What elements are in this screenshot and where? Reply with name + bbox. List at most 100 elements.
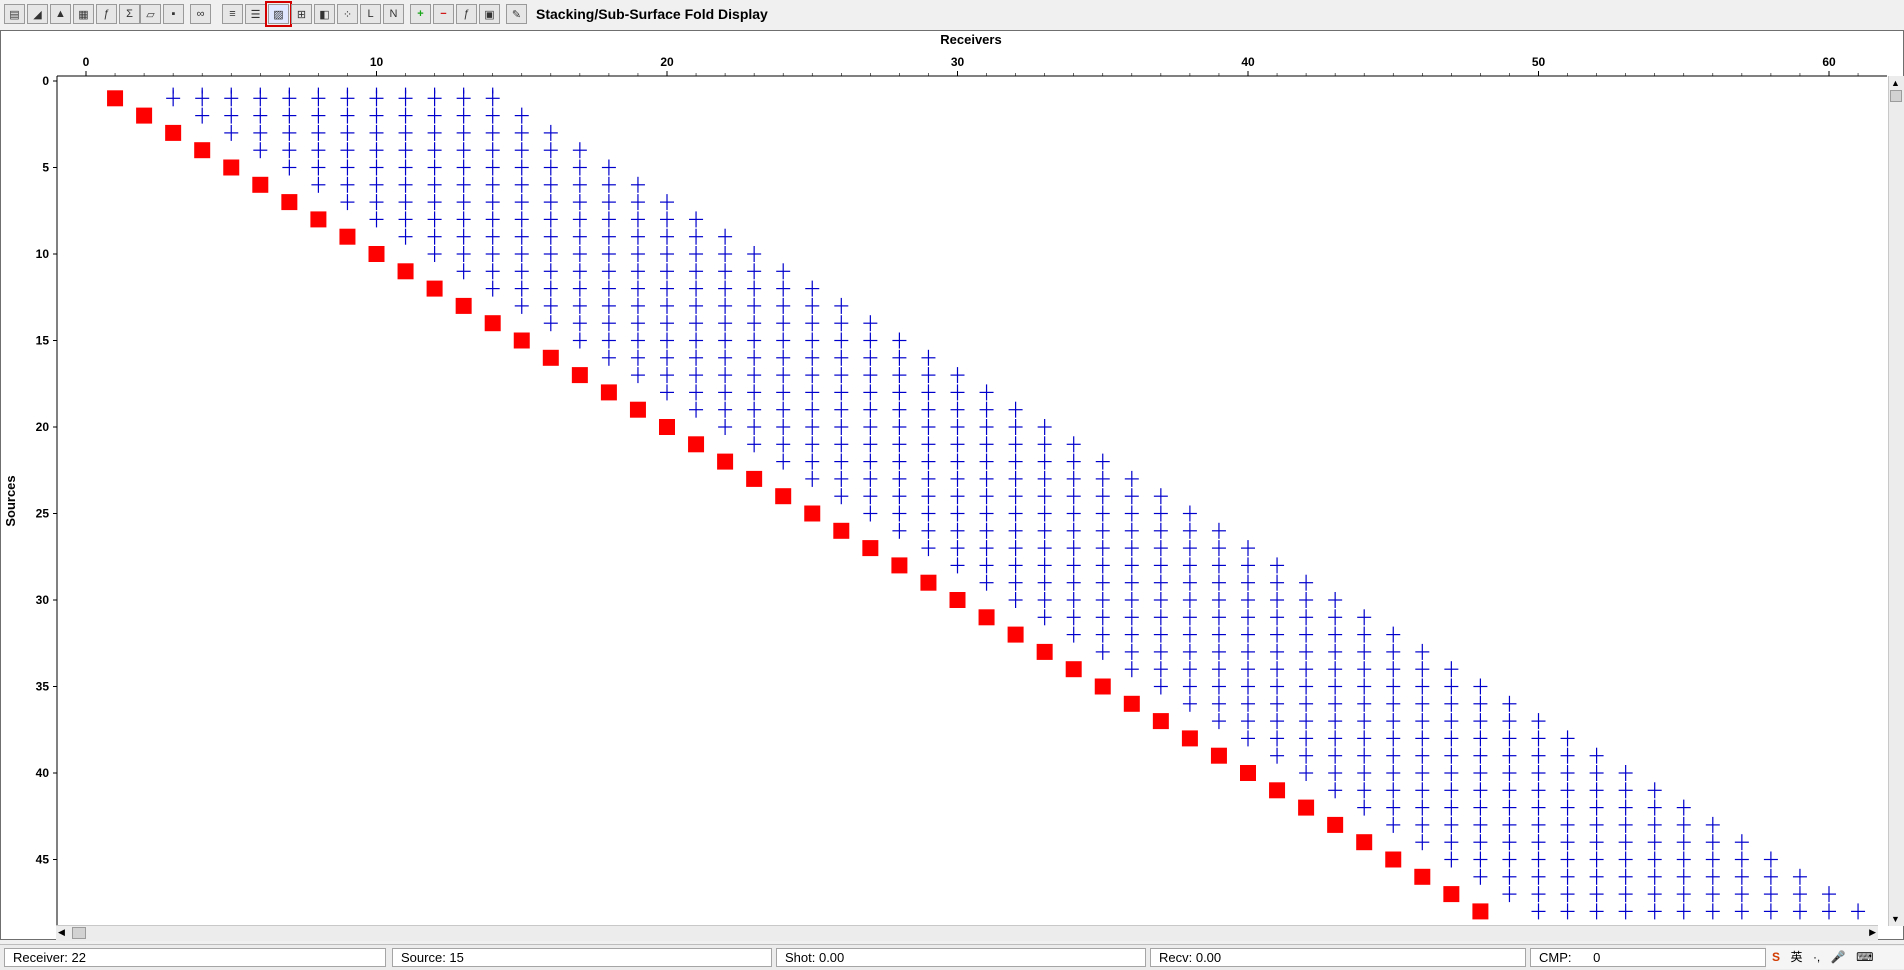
status-recv: Recv: 0.00 <box>1150 948 1526 967</box>
source-marker <box>1181 730 1198 747</box>
y-tick-label: 25 <box>36 507 50 521</box>
fold-chart-svg: Receivers Sources 0 10 20 30 40 50 60 0 5 10 15 20 25 3… <box>3 32 1887 933</box>
source-marker <box>281 194 298 211</box>
h-scroll-thumb[interactable] <box>72 927 86 939</box>
source-marker <box>978 609 995 626</box>
status-source: Source: 15 <box>392 948 772 967</box>
source-marker <box>659 419 675 435</box>
bars-icon[interactable]: ≡ <box>222 4 243 24</box>
vertical-scrollbar[interactable]: ▲ ▼ <box>1888 76 1904 926</box>
source-marker <box>1007 626 1024 643</box>
scroll-up-arrow-icon[interactable]: ▲ <box>1891 78 1901 88</box>
toolbar-group-view: ∞ <box>190 4 211 26</box>
y-tick-label: 35 <box>36 680 50 694</box>
source-marker <box>194 142 211 159</box>
tools-icon[interactable]: ✎ <box>506 4 527 24</box>
source-marker <box>1298 799 1315 816</box>
mic-icon[interactable]: 🎤 <box>1831 950 1846 964</box>
toolbar-group-tools: ✎ <box>506 4 527 26</box>
scroll-left-arrow-icon[interactable]: ◀ <box>58 927 65 938</box>
save-icon[interactable]: ▪ <box>163 4 184 24</box>
source-marker <box>949 592 966 608</box>
y-tick-label: 5 <box>42 161 49 175</box>
source-marker <box>920 574 937 591</box>
fold-icon[interactable]: ▨ <box>265 1 292 27</box>
scroll-down-arrow-icon[interactable]: ▼ <box>1891 914 1901 924</box>
keyboard-icon[interactable]: ⌨ <box>1856 950 1873 964</box>
marks-layer <box>107 87 1866 920</box>
source-marker <box>136 107 153 124</box>
y-tick-label: 10 <box>36 247 50 261</box>
source-marker <box>310 211 327 228</box>
source-marker <box>571 367 588 384</box>
y-axis-label: Sources <box>3 475 18 526</box>
scroll-right-arrow-icon[interactable]: ▶ <box>1869 927 1876 938</box>
grid-icon[interactable]: ▦ <box>73 4 94 24</box>
source-marker <box>165 124 182 141</box>
source-marker <box>629 401 646 418</box>
language-icon[interactable]: 英 <box>1790 948 1802 965</box>
scroll-thumb[interactable] <box>1890 90 1902 102</box>
source-marker <box>746 470 763 487</box>
punctuation-icon[interactable]: ·, <box>1813 950 1820 964</box>
source-marker <box>426 280 443 297</box>
source-marker <box>1036 643 1053 660</box>
source-marker <box>891 557 908 574</box>
scatter-icon[interactable]: ⁘ <box>337 4 358 24</box>
status-shot: Shot: 0.00 <box>776 948 1146 967</box>
horizontal-scrollbar[interactable]: ◀ ▶ <box>56 925 1878 941</box>
source-marker <box>513 332 530 349</box>
source-marker <box>600 384 617 401</box>
ime-icon[interactable]: S <box>1772 950 1780 964</box>
plot-area: Receivers Sources 0 10 20 30 40 50 60 0 5 10 15 20 25 3… <box>0 30 1904 940</box>
log-icon[interactable]: L <box>360 4 381 24</box>
plus-icon[interactable]: + <box>410 4 431 24</box>
source-marker <box>1123 695 1140 712</box>
source-marker <box>1210 747 1227 764</box>
fx-icon[interactable]: ƒ <box>96 4 117 24</box>
x-tick-label: 20 <box>660 55 674 69</box>
source-marker <box>804 505 821 522</box>
minus-icon[interactable]: − <box>433 4 454 24</box>
source-marker <box>223 159 240 176</box>
status-bar: Receiver: 22 Source: 15 Shot: 0.00 Recv:… <box>0 944 1904 970</box>
nlog-icon[interactable]: N <box>383 4 404 24</box>
source-marker <box>688 436 705 453</box>
stack-icon[interactable]: ☰ <box>245 4 266 24</box>
source-marker <box>368 246 385 262</box>
source-marker <box>1065 661 1082 678</box>
toolbar-group-edit: + − ƒ ▣ <box>410 4 500 26</box>
toolbar-group-log: L N <box>360 4 404 26</box>
source-marker <box>1385 851 1402 868</box>
display-icon[interactable]: ▣ <box>479 4 500 24</box>
toolbar: ▤ ◢ ▲ ▦ ƒ Σ ▱ ▪ ∞ ≡ ☰ ▨ ⊞ ◧ ⁘ L N + − ƒ … <box>0 0 1904 31</box>
source-marker <box>1327 816 1344 833</box>
window-title: Stacking/Sub-Surface Fold Display <box>536 6 768 22</box>
system-tray: S 英 ·, 🎤 ⌨ <box>1766 946 1904 969</box>
new-icon[interactable]: ▤ <box>4 4 25 24</box>
color-ramp-icon[interactable]: ◢ <box>27 4 48 24</box>
sigma-icon[interactable]: Σ <box>119 4 140 24</box>
x-tick-label: 30 <box>951 55 965 69</box>
x-tick-label: 40 <box>1241 55 1255 69</box>
source-marker <box>717 453 734 470</box>
fx2-icon[interactable]: ƒ <box>456 4 477 24</box>
y-tick-label: 40 <box>36 766 50 780</box>
table-icon[interactable]: ⊞ <box>291 4 312 24</box>
x-tick-label: 10 <box>370 55 384 69</box>
source-marker <box>833 522 850 539</box>
toolbar-group-io: ▱ ▪ <box>140 4 184 26</box>
flag-icon[interactable]: ▲ <box>50 4 71 24</box>
y-tick-label: 30 <box>36 593 50 607</box>
y-tick-label: 45 <box>36 853 50 867</box>
source-marker <box>775 488 792 505</box>
x-axis-label: Receivers <box>940 32 1001 47</box>
source-marker <box>107 90 124 107</box>
folder-open-icon[interactable]: ▱ <box>140 4 161 24</box>
source-marker <box>1269 782 1286 799</box>
binoculars-icon[interactable]: ∞ <box>190 4 211 24</box>
color-palette-icon[interactable]: ◧ <box>314 4 335 24</box>
source-marker <box>1094 678 1111 695</box>
x-tick-label: 0 <box>83 55 90 69</box>
source-marker <box>397 263 414 280</box>
